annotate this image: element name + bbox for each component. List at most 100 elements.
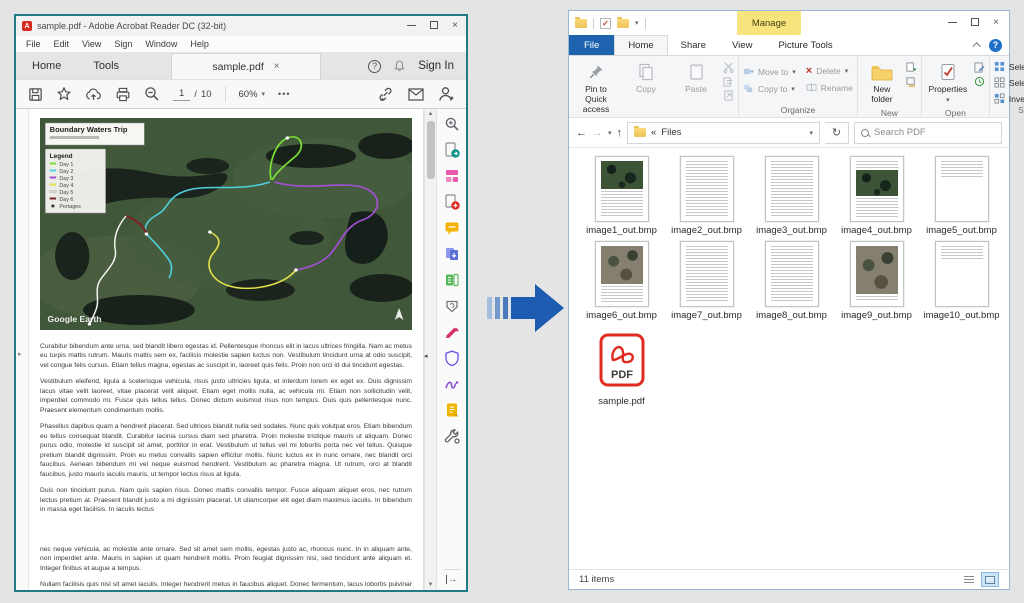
file-item[interactable]: image7_out.bmp — [664, 241, 749, 321]
print-icon[interactable] — [115, 87, 131, 102]
nav-pane-expand-icon[interactable]: ▸ — [18, 350, 22, 358]
more-tools-ellipsis[interactable]: ••• — [278, 89, 290, 99]
address-input[interactable]: « Files ▾ — [627, 122, 820, 144]
tab-picture-tools[interactable]: Picture Tools — [765, 35, 845, 55]
up-icon[interactable]: ↑ — [617, 127, 623, 139]
tab-file[interactable]: File — [569, 35, 614, 55]
pin-to-quick-access-button[interactable]: Pin to Quick access — [573, 59, 619, 116]
folder-icon[interactable] — [617, 19, 629, 28]
scroll-up-icon[interactable]: ▲ — [428, 109, 434, 119]
properties-check-icon[interactable]: ✓ — [600, 18, 611, 29]
easy-access-icon[interactable] — [906, 76, 917, 87]
maximize-button[interactable] — [430, 21, 438, 32]
tab-home[interactable]: Home — [614, 35, 667, 55]
explorer-titlebar[interactable]: ✓ ▾ Manage × — [569, 11, 1009, 35]
collapse-ribbon-icon[interactable] — [972, 42, 980, 50]
create-pdf-icon[interactable] — [444, 168, 460, 184]
file-item[interactable]: image6_out.bmp — [579, 241, 664, 321]
vertical-scrollbar[interactable]: ▲ ▼ ◂ — [424, 109, 436, 590]
file-item[interactable]: image8_out.bmp — [749, 241, 834, 321]
star-favorites-icon[interactable] — [56, 86, 72, 102]
email-icon[interactable] — [408, 88, 424, 101]
tab-share[interactable]: Share — [668, 35, 719, 55]
move-to-button[interactable]: Move to ▾ — [743, 66, 796, 77]
file-item[interactable]: image5_out.bmp — [919, 156, 1004, 236]
comment-tool-icon[interactable] — [444, 220, 460, 236]
tools-pane-collapse-icon[interactable]: ◂ — [424, 352, 428, 360]
share-link-icon[interactable] — [377, 87, 394, 102]
search-input[interactable] — [874, 127, 995, 138]
chevron-down-icon[interactable]: ▾ — [809, 129, 813, 137]
more-tools-wrench-icon[interactable] — [444, 428, 460, 444]
menu-edit[interactable]: Edit — [54, 39, 70, 49]
tab-view[interactable]: View — [719, 35, 765, 55]
select-all-button[interactable]: Select all — [994, 61, 1024, 72]
scan-ocr-icon[interactable] — [444, 272, 460, 288]
minimize-button[interactable] — [407, 21, 416, 31]
nav-pane-collapsed[interactable]: ▸ — [16, 109, 29, 590]
maximize-button[interactable] — [971, 18, 979, 29]
menu-sign[interactable]: Sign — [114, 39, 132, 49]
paste-shortcut-icon[interactable] — [723, 90, 734, 101]
acrobat-stamp-icon[interactable] — [444, 298, 460, 314]
new-item-icon[interactable] — [906, 62, 917, 73]
certificates-sign-icon[interactable] — [444, 376, 460, 392]
close-button[interactable]: × — [452, 21, 458, 31]
file-item[interactable]: image4_out.bmp — [834, 156, 919, 236]
export-pdf-icon[interactable] — [444, 142, 460, 158]
save-icon[interactable] — [28, 87, 43, 102]
notifications-bell-icon[interactable] — [393, 59, 406, 73]
delete-button[interactable]: × Delete ▾ — [806, 66, 853, 76]
copy-button[interactable]: Copy — [623, 59, 669, 97]
organize-pages-icon[interactable] — [444, 246, 460, 262]
menu-help[interactable]: Help — [190, 39, 209, 49]
expand-tools-pane-icon[interactable]: → — [446, 575, 457, 584]
close-button[interactable]: × — [993, 18, 999, 28]
file-item[interactable]: image10_out.bmp — [919, 241, 1004, 321]
search-tool-icon[interactable] — [444, 116, 460, 132]
select-none-button[interactable]: Select none — [994, 77, 1024, 88]
invert-selection-button[interactable]: Invert selection — [994, 93, 1024, 104]
copy-to-button[interactable]: Copy to ▾ — [743, 83, 796, 94]
page-number-field[interactable]: 1 — [173, 88, 190, 101]
new-folder-button[interactable]: New folder — [862, 59, 902, 107]
zoom-level-dropdown[interactable]: 60% ▾ — [239, 89, 266, 100]
copy-path-icon[interactable] — [723, 76, 734, 87]
history-icon[interactable] — [974, 76, 985, 87]
details-view-icon[interactable] — [960, 572, 978, 587]
thumbnails-view-icon[interactable] — [981, 572, 999, 587]
zoom-out-icon[interactable] — [144, 86, 160, 102]
minimize-button[interactable] — [948, 18, 957, 28]
address-chevrons[interactable]: « — [651, 127, 656, 138]
protect-shield-icon[interactable] — [444, 350, 460, 366]
help-icon[interactable]: ? — [989, 39, 1002, 52]
properties-button[interactable]: Properties ▾ — [926, 59, 970, 107]
qat-customize-chevron-icon[interactable]: ▾ — [635, 19, 639, 27]
tab-document[interactable]: sample.pdf × — [171, 53, 321, 79]
document-viewport[interactable]: Boundary Waters Trip Legend Day 1 Day 2 … — [29, 109, 436, 590]
file-item[interactable]: image9_out.bmp — [834, 241, 919, 321]
request-signatures-icon[interactable] — [444, 402, 460, 418]
acrobat-titlebar[interactable]: A sample.pdf - Adobe Acrobat Reader DC (… — [16, 16, 466, 36]
help-icon[interactable]: ? — [368, 60, 381, 73]
cut-icon[interactable] — [723, 62, 734, 73]
file-item-pdf[interactable]: PDF sample.pdf — [579, 327, 664, 407]
account-person-icon[interactable] — [438, 86, 454, 102]
tab-tools[interactable]: Tools — [77, 53, 135, 79]
folder-icon[interactable] — [575, 19, 587, 28]
paste-button[interactable]: Paste — [673, 59, 719, 97]
file-item[interactable]: image2_out.bmp — [664, 156, 749, 236]
file-list[interactable]: image1_out.bmp image2_out.bmp image3_out… — [569, 148, 1009, 569]
scrollbar-thumb[interactable] — [427, 121, 435, 179]
back-icon[interactable]: ← — [576, 127, 587, 139]
scroll-down-icon[interactable]: ▼ — [428, 580, 434, 590]
address-path[interactable]: Files — [661, 127, 681, 138]
refresh-icon[interactable]: ↻ — [825, 122, 849, 144]
recent-locations-chevron-icon[interactable]: ▾ — [608, 129, 612, 137]
rename-button[interactable]: Rename — [806, 82, 853, 93]
manage-contextual-tab[interactable]: Manage — [737, 11, 801, 35]
tab-home[interactable]: Home — [16, 53, 77, 79]
file-item[interactable]: image3_out.bmp — [749, 156, 834, 236]
combine-files-icon[interactable] — [444, 194, 460, 210]
sign-in-button[interactable]: Sign In — [418, 60, 454, 72]
